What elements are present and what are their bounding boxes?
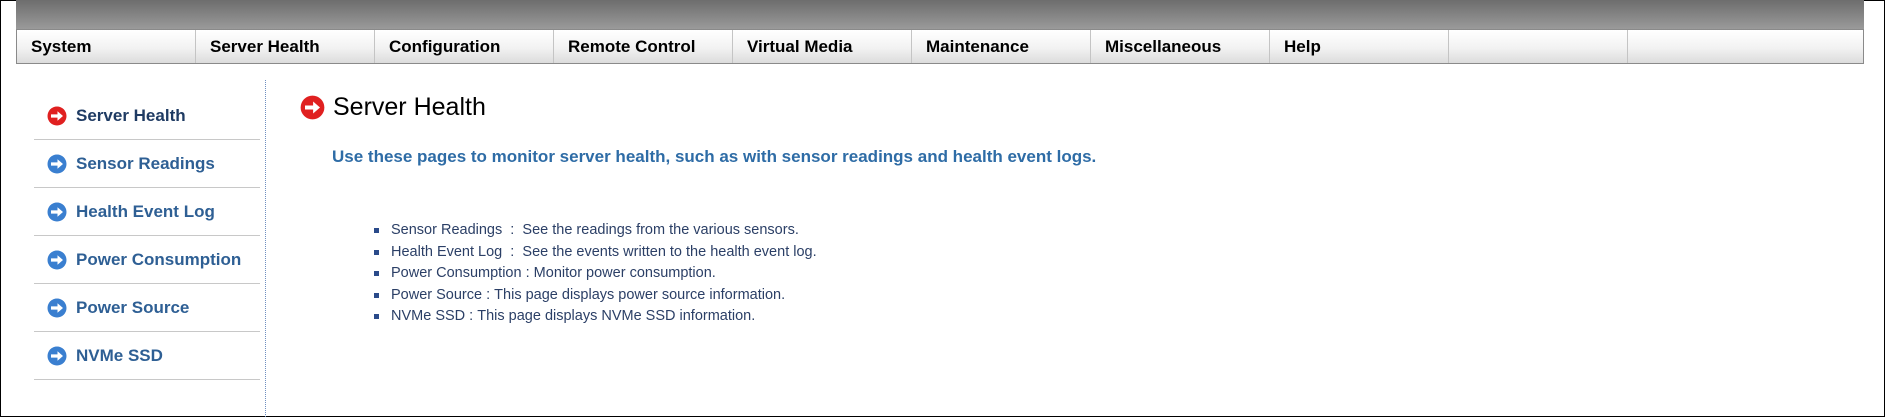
sidebar-item-label: NVMe SSD — [76, 345, 163, 365]
sidebar-item-power-consumption[interactable]: Power Consumption — [34, 236, 260, 284]
bullet-icon — [374, 292, 379, 298]
link-nvme-ssd[interactable]: NVMe SSD — [391, 306, 465, 328]
list-item: Power Consumption : Monitor power consum… — [374, 263, 817, 285]
arrow-circle-blue-icon — [47, 250, 67, 269]
link-separator: : — [502, 243, 523, 260]
link-separator: : — [502, 222, 523, 238]
list-item: Health Event Log : See the events writte… — [374, 242, 817, 264]
list-item: Sensor Readings : See the readings from … — [374, 220, 817, 242]
sidebar-item-label: Power Source — [76, 297, 190, 317]
menu-server-health[interactable]: Server Health — [196, 30, 375, 63]
link-separator: : — [482, 286, 495, 303]
link-health-event-log[interactable]: Health Event Log — [391, 242, 502, 264]
arrow-circle-blue-icon — [47, 298, 67, 317]
bullet-icon — [374, 314, 379, 320]
main-menu-bar: System Server Health Configuration Remot… — [16, 29, 1864, 64]
top-banner — [16, 0, 1864, 29]
link-description: Monitor power consumption. — [533, 265, 716, 281]
sidebar-nav: Server Health Sensor Readings Health Eve… — [34, 92, 260, 380]
menu-maintenance[interactable]: Maintenance — [912, 30, 1091, 63]
arrow-circle-blue-icon — [47, 346, 67, 365]
sidebar-item-label: Server Health — [76, 105, 186, 125]
page-title: Server Health — [333, 93, 486, 121]
list-item: NVMe SSD : This page displays NVMe SSD i… — [374, 306, 817, 328]
bullet-icon — [374, 228, 379, 234]
menu-help[interactable]: Help — [1270, 30, 1449, 63]
sidebar-item-server-health[interactable]: Server Health — [34, 92, 260, 140]
menu-configuration[interactable]: Configuration — [375, 30, 554, 63]
link-power-consumption[interactable]: Power Consumption — [391, 263, 522, 285]
arrow-circle-blue-icon — [47, 154, 67, 173]
link-separator: : — [465, 308, 478, 324]
sidebar-item-nvme-ssd[interactable]: NVMe SSD — [34, 332, 260, 380]
page-intro-text: Use these pages to monitor server health… — [332, 147, 1097, 166]
arrow-circle-red-icon — [300, 95, 325, 120]
sidebar-item-power-source[interactable]: Power Source — [34, 284, 260, 332]
link-description: See the events written to the health eve… — [522, 243, 817, 260]
menu-virtual-media[interactable]: Virtual Media — [733, 30, 912, 63]
link-power-source[interactable]: Power Source — [391, 285, 482, 307]
link-description: This page displays power source informat… — [494, 286, 786, 303]
link-description: This page displays NVMe SSD information. — [477, 308, 756, 324]
menu-system[interactable]: System — [17, 30, 196, 63]
bullet-icon — [374, 271, 379, 277]
arrow-circle-red-icon — [47, 106, 67, 125]
menu-miscellaneous[interactable]: Miscellaneous — [1091, 30, 1270, 63]
sidebar-item-sensor-readings[interactable]: Sensor Readings — [34, 140, 260, 188]
menu-empty-slot — [1449, 30, 1628, 63]
bullet-icon — [374, 249, 379, 255]
link-separator: : — [521, 265, 534, 281]
list-item: Power Source : This page displays power … — [374, 285, 817, 307]
sidebar-divider — [265, 80, 266, 417]
link-sensor-readings[interactable]: Sensor Readings — [391, 220, 502, 242]
link-description: See the readings from the various sensor… — [522, 222, 799, 238]
sidebar-item-label: Health Event Log — [76, 201, 215, 221]
arrow-circle-blue-icon — [47, 202, 67, 221]
sidebar-item-health-event-log[interactable]: Health Event Log — [34, 188, 260, 236]
sidebar-item-label: Power Consumption — [76, 249, 242, 269]
subpage-list: Sensor Readings : See the readings from … — [374, 220, 817, 328]
sidebar-item-label: Sensor Readings — [76, 153, 215, 173]
page-header: Server Health — [300, 93, 486, 122]
menu-remote-control[interactable]: Remote Control — [554, 30, 733, 63]
